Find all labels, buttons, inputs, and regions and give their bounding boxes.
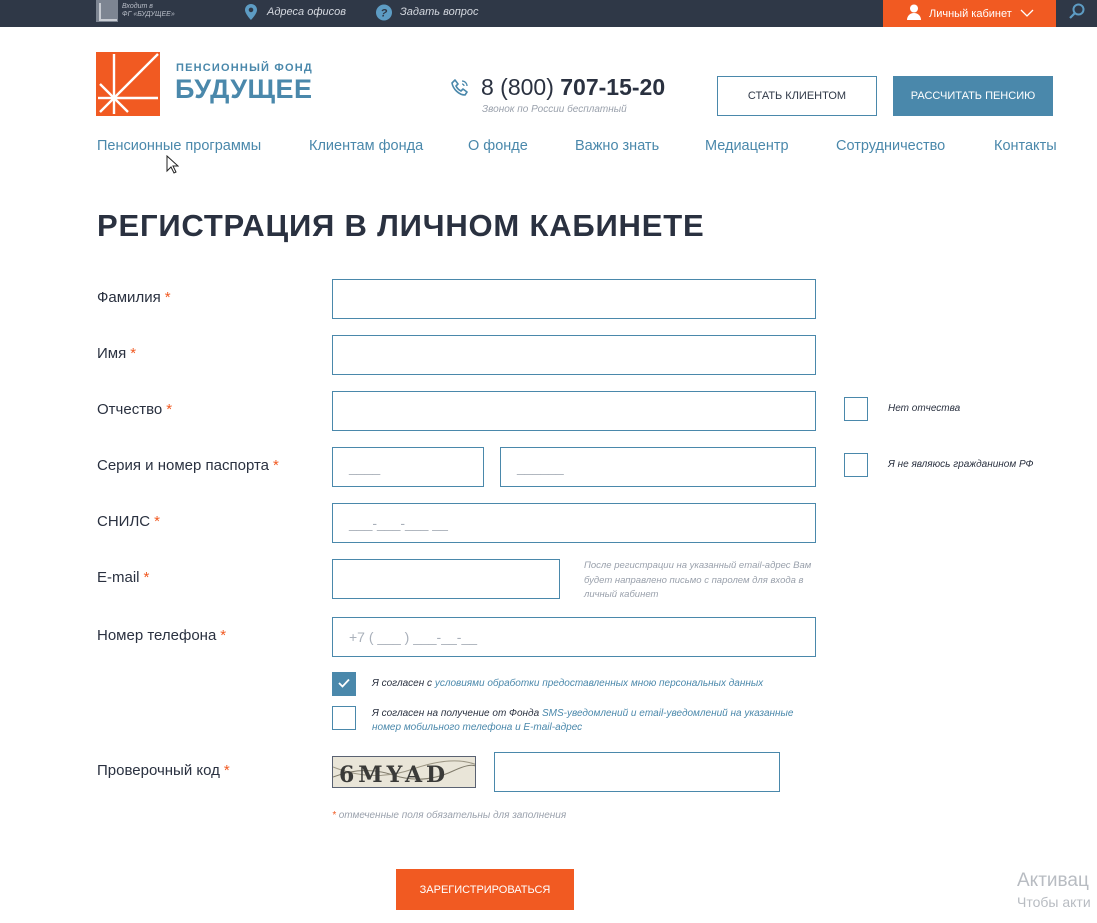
patronymic-input[interactable] bbox=[332, 391, 816, 431]
captcha-label: Проверочный код * bbox=[97, 762, 230, 779]
activation-watermark-text: Чтобы акти bbox=[1017, 894, 1091, 910]
phone-input[interactable]: +7 ( ___ ) ___-__-__ bbox=[332, 617, 816, 657]
mouse-cursor-icon bbox=[166, 154, 180, 180]
name-input[interactable] bbox=[332, 335, 816, 375]
phone-note: Звонок по России бесплатный bbox=[482, 104, 627, 115]
offices-label: Адреса офисов bbox=[267, 6, 346, 18]
passport-number-input[interactable]: ______ bbox=[500, 447, 816, 487]
email-input[interactable] bbox=[332, 559, 560, 599]
group-link[interactable]: Входит в ФГ «БУДУЩЕЕ» bbox=[96, 0, 175, 22]
search-icon bbox=[1068, 3, 1085, 24]
main-nav: Пенсионные программы Клиентам фонда О фо… bbox=[0, 138, 1097, 158]
captcha-image: 6MYAD bbox=[332, 756, 476, 788]
name-label: Имя * bbox=[97, 345, 137, 362]
snils-label: СНИЛС * bbox=[97, 513, 160, 530]
not-citizen-label: Я не являюсь гражданином РФ bbox=[888, 459, 1034, 470]
top-bar: Входит в ФГ «БУДУЩЕЕ» Адреса офисов ? За… bbox=[0, 0, 1097, 27]
chevron-down-icon bbox=[1020, 8, 1034, 20]
surname-label: Фамилия * bbox=[97, 289, 171, 306]
agree-personal-data-text: Я согласен с условиями обработки предост… bbox=[372, 678, 764, 689]
brand-name: БУДУЩЕЕ bbox=[175, 74, 313, 104]
user-icon bbox=[907, 4, 921, 23]
activation-watermark-title: Активац bbox=[1017, 870, 1089, 891]
not-citizen-checkbox[interactable] bbox=[844, 453, 868, 477]
register-button[interactable]: ЗАРЕГИСТРИРОВАТЬСЯ bbox=[396, 869, 574, 910]
captcha-text: 6MYAD bbox=[339, 762, 449, 788]
no-patronymic-checkbox[interactable] bbox=[844, 397, 868, 421]
phone-prefix: 8 (800) bbox=[481, 74, 561, 100]
hotline-phone[interactable]: 8 (800) 707-15-20 bbox=[481, 74, 665, 101]
question-icon: ? bbox=[376, 4, 392, 20]
required-fields-note: * отмеченные поля обязательны для заполн… bbox=[332, 810, 567, 821]
nav-item-contacts[interactable]: Контакты bbox=[994, 138, 1057, 154]
phone-label: Номер телефона * bbox=[97, 627, 227, 644]
personal-data-terms-link[interactable]: условиями обработки предоставленных мною… bbox=[435, 678, 763, 689]
map-pin-icon bbox=[243, 4, 259, 20]
snils-input[interactable]: ___-___-___ __ bbox=[332, 503, 816, 543]
captcha-input[interactable] bbox=[494, 752, 780, 792]
personal-cabinet-label: Личный кабинет bbox=[929, 7, 1012, 20]
email-label: E-mail * bbox=[97, 569, 150, 586]
no-patronymic-label: Нет отчества bbox=[888, 403, 961, 414]
brand-logo[interactable] bbox=[96, 52, 160, 116]
ask-question-link[interactable]: ? Задать вопрос bbox=[376, 0, 478, 24]
phone-icon bbox=[451, 79, 469, 102]
group-line2: ФГ «БУДУЩЕЕ» bbox=[122, 11, 175, 18]
passport-label: Серия и номер паспорта * bbox=[97, 457, 279, 474]
agree-notifications-text: Я согласен на получение от Фонда SMS-уве… bbox=[372, 708, 794, 733]
nav-item-cooperation[interactable]: Сотрудничество bbox=[836, 138, 945, 154]
group-line1: Входит в bbox=[122, 3, 153, 10]
calculate-pension-button[interactable]: РАССЧИТАТЬ ПЕНСИЮ bbox=[893, 76, 1053, 116]
nav-item-pension-programs[interactable]: Пенсионные программы bbox=[97, 138, 261, 154]
nav-item-clients[interactable]: Клиентам фонда bbox=[309, 138, 423, 154]
nav-item-important[interactable]: Важно знать bbox=[575, 138, 659, 154]
ask-question-label: Задать вопрос bbox=[400, 6, 479, 18]
agree-personal-data-checkbox[interactable] bbox=[332, 672, 356, 696]
group-logo-icon bbox=[96, 0, 118, 22]
become-client-button[interactable]: СТАТЬ КЛИЕНТОМ bbox=[717, 76, 877, 116]
passport-series-input[interactable]: ____ bbox=[332, 447, 484, 487]
checkmark-icon bbox=[338, 675, 350, 693]
brand-subtitle: ПЕНСИОННЫЙ ФОНД bbox=[176, 62, 313, 74]
nav-item-about[interactable]: О фонде bbox=[468, 138, 528, 154]
surname-input[interactable] bbox=[332, 279, 816, 319]
agree-notifications-checkbox[interactable] bbox=[332, 706, 356, 730]
search-button[interactable] bbox=[1056, 0, 1097, 27]
svg-text:?: ? bbox=[381, 7, 388, 19]
patronymic-label: Отчество * bbox=[97, 401, 173, 418]
nav-item-media[interactable]: Медиацентр bbox=[705, 138, 789, 154]
offices-link[interactable]: Адреса офисов bbox=[243, 0, 346, 24]
page-title: РЕГИСТРАЦИЯ В ЛИЧНОМ КАБИНЕТЕ bbox=[97, 208, 705, 243]
personal-cabinet-button[interactable]: Личный кабинет bbox=[883, 0, 1056, 27]
email-note: После регистрации на указанный email-адр… bbox=[584, 560, 812, 600]
phone-number: 707-15-20 bbox=[560, 74, 666, 100]
